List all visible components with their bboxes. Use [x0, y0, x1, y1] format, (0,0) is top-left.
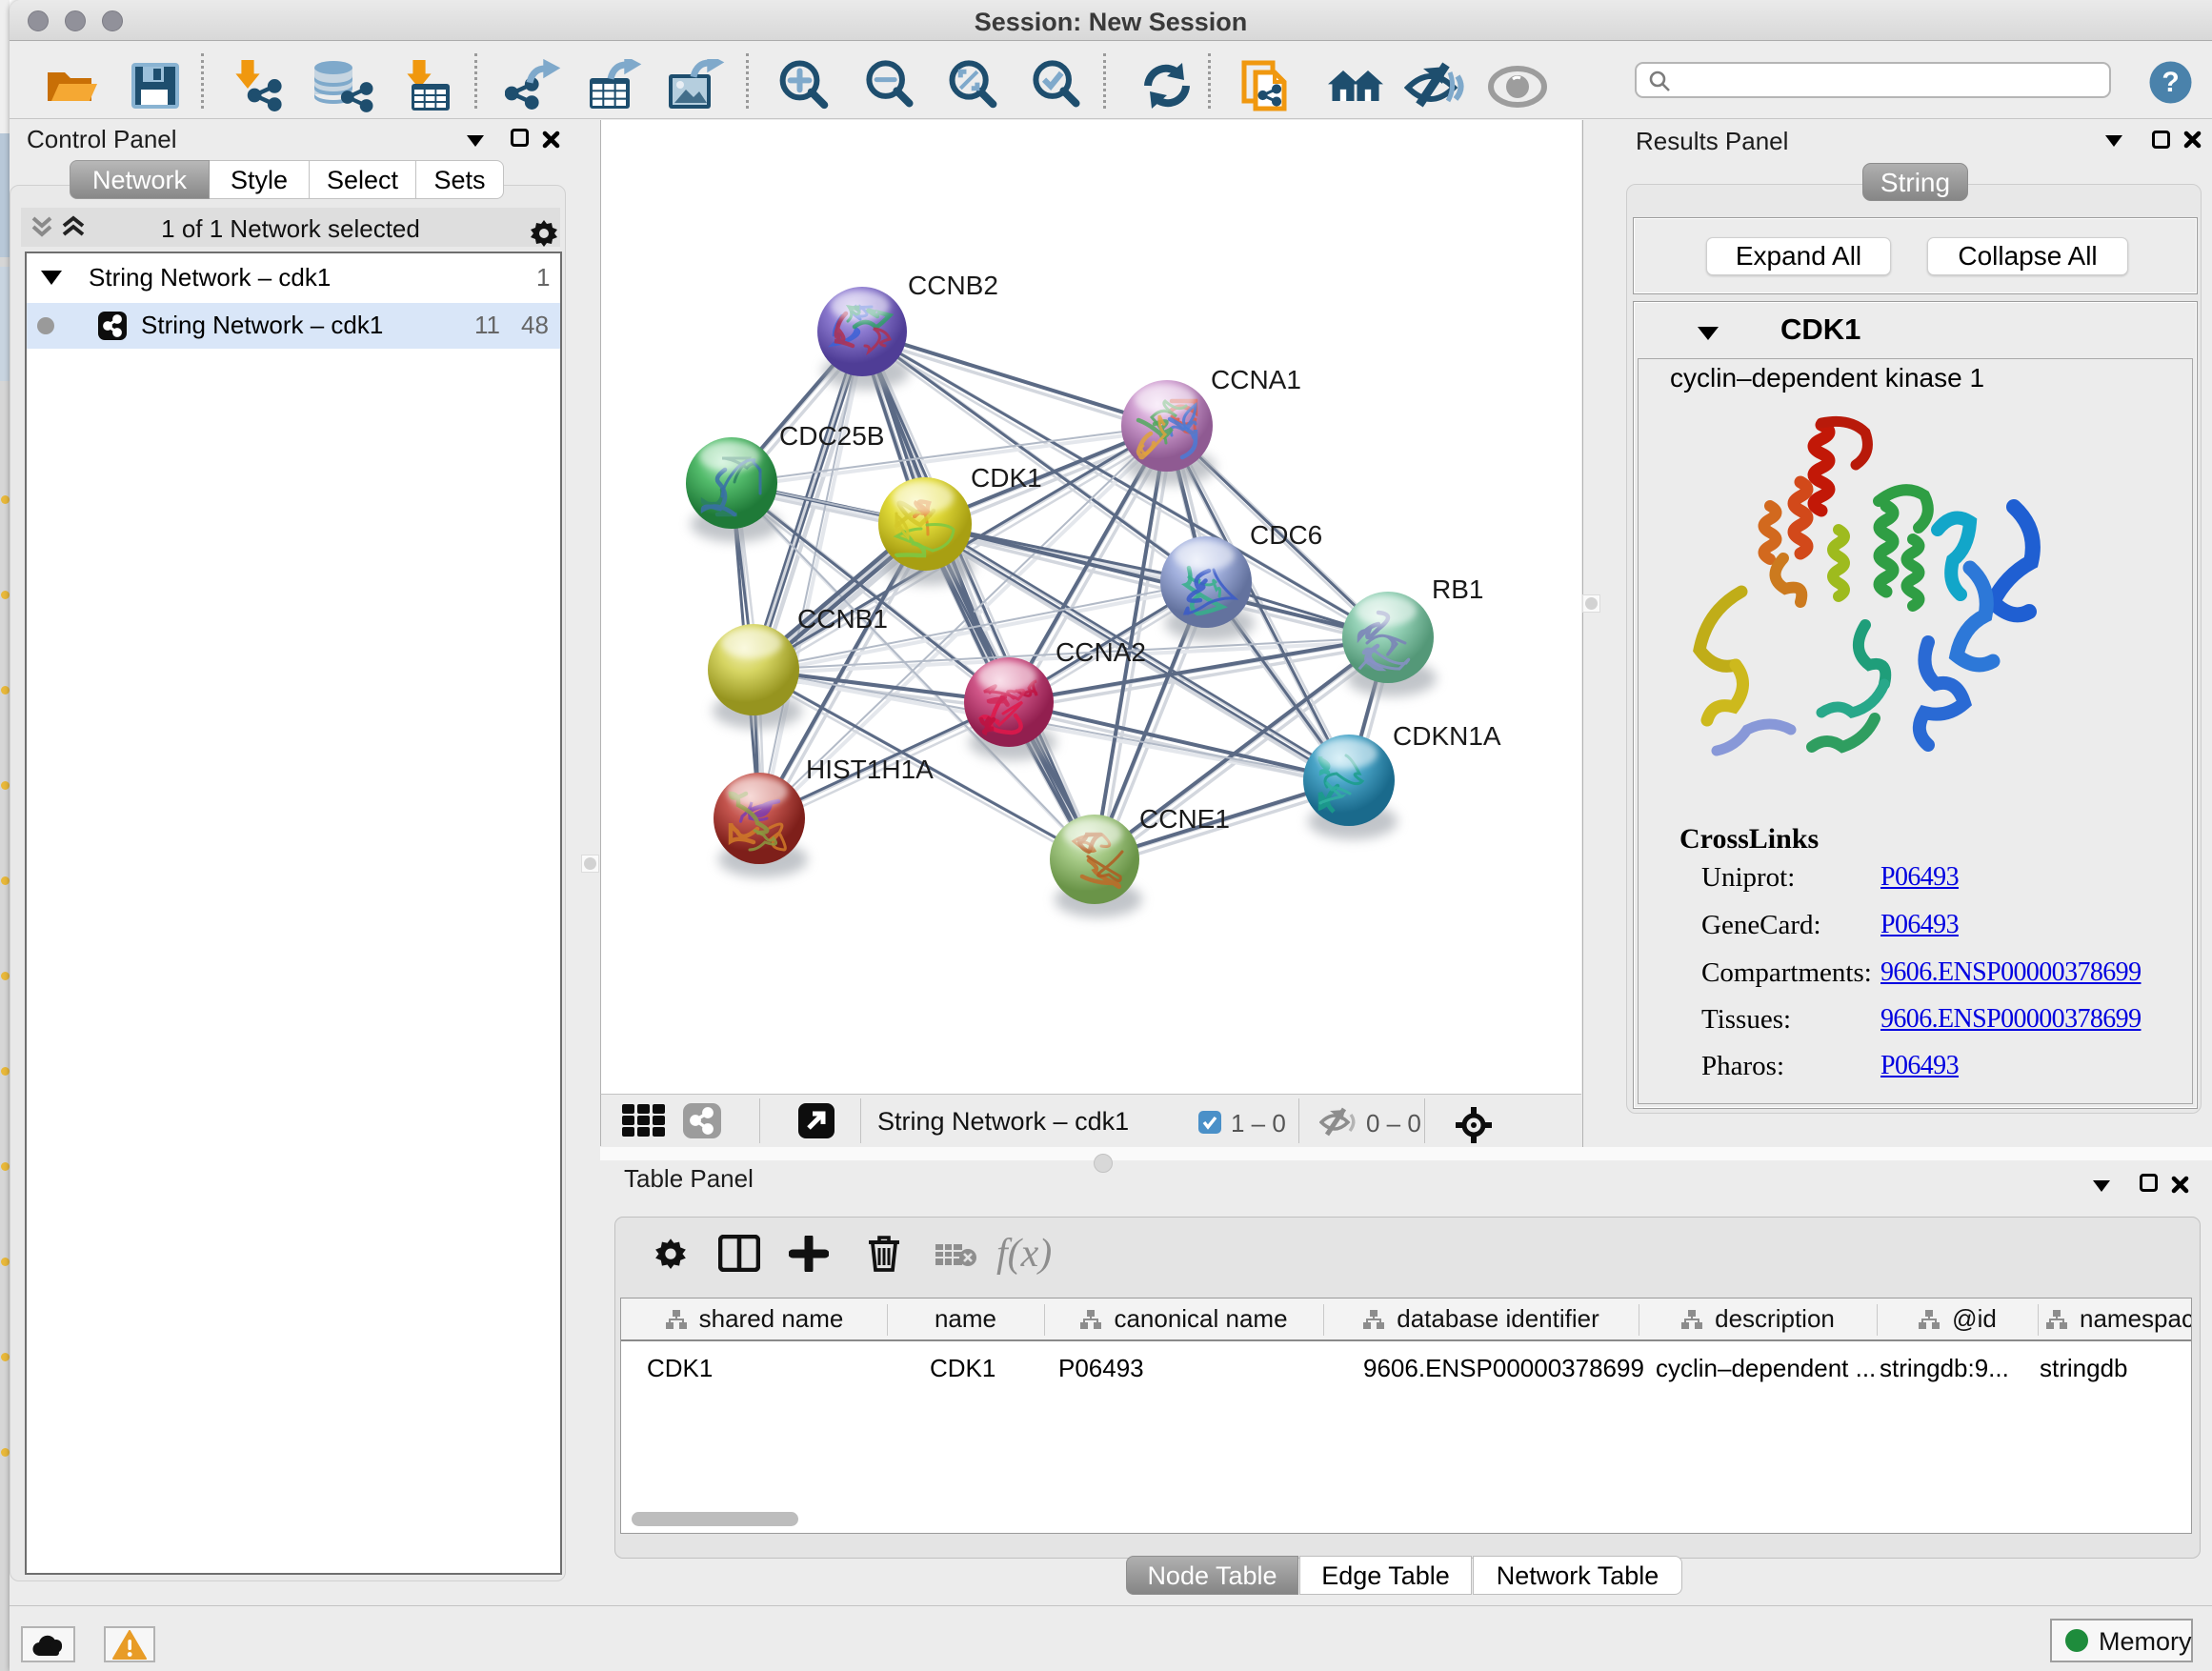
svg-text:?: ?: [2162, 67, 2179, 98]
svg-text:CCNA1: CCNA1: [1211, 365, 1301, 394]
svg-text:HIST1H1A: HIST1H1A: [806, 755, 934, 784]
svg-text:RB1: RB1: [1432, 574, 1483, 604]
svg-text:CDKN1A: CDKN1A: [1393, 721, 1501, 751]
svg-text:CDK1: CDK1: [971, 463, 1042, 493]
svg-text:CCNB1: CCNB1: [797, 604, 888, 634]
svg-text:CDC25B: CDC25B: [779, 421, 884, 451]
svg-text:CCNE1: CCNE1: [1139, 804, 1230, 834]
svg-text:CDC6: CDC6: [1250, 520, 1322, 550]
svg-text:CCNB2: CCNB2: [908, 271, 998, 300]
svg-text:CCNA2: CCNA2: [1056, 637, 1146, 667]
